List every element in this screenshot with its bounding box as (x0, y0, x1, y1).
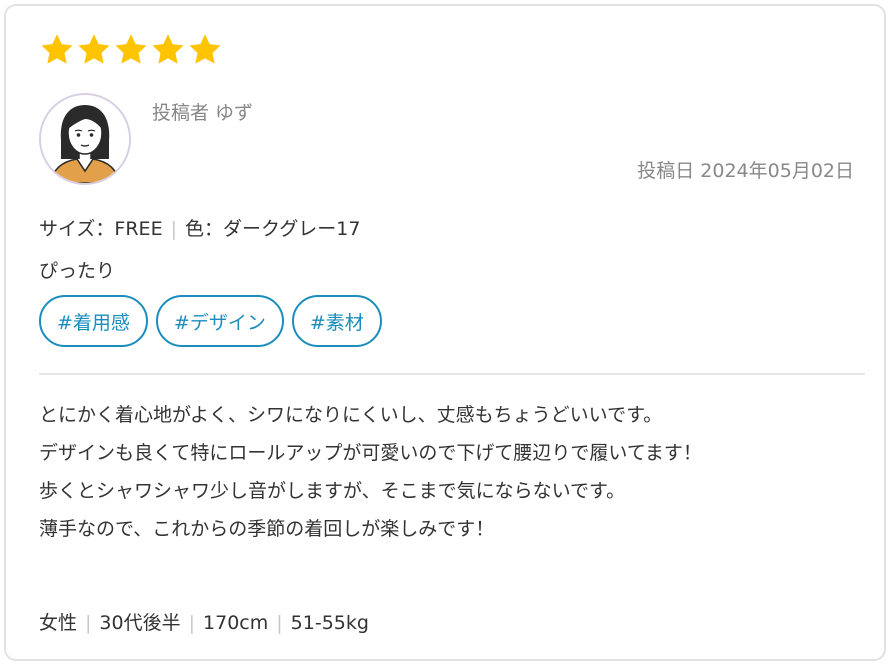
reviewer-age: 30代後半 (99, 612, 181, 634)
star-icon (152, 34, 184, 64)
separator: | (276, 612, 283, 634)
review-body-line: 薄手なので、これからの季節の着回しが楽しみです！ (39, 518, 495, 540)
review-body-line: 歩くとシャワシャワ少し音がしますが、そこまで気にならないです。 (39, 480, 626, 502)
star-icon (41, 34, 73, 64)
poster-name: 投稿者 ゆず (152, 102, 254, 124)
post-date: 投稿日 2024年05月02日 (637, 160, 854, 182)
star-icon (189, 34, 221, 64)
review-body-line: とにかく着心地がよく、シワになりにくいし、丈感もちょうどいいです。 (39, 404, 663, 426)
review-card: 投稿者 ゆず 投稿日 2024年05月02日 サイズ：FREE | 色：ダークグレー… (4, 4, 886, 661)
fit-label: ぴったり (39, 260, 116, 282)
size-color-info: サイズ：FREE | 色：ダークグレー17 (39, 214, 360, 241)
star-icon (78, 34, 110, 64)
woman-avatar-icon (41, 95, 129, 183)
review-body: とにかく着心地がよく、シワになりにくいし、丈感もちょうどいいです。 デザインも良… (39, 396, 849, 548)
tag-list: #着用感 #デザイン #素材 (39, 295, 382, 347)
size-label: サイズ：FREE (39, 218, 163, 240)
reviewer-gender: 女性 (39, 612, 78, 634)
separator: | (85, 612, 92, 634)
tag-chip-fit[interactable]: #着用感 (39, 295, 148, 347)
avatar (39, 93, 131, 185)
review-body-line: デザインも良くて特にロールアップが可愛いので下げて腰辺りで履いてます！ (39, 442, 702, 464)
divider (39, 373, 865, 375)
separator: | (170, 218, 177, 240)
separator: | (188, 612, 196, 634)
color-label: 色：ダークグレー17 (184, 218, 361, 240)
star-icon (115, 34, 147, 64)
reviewer-profile: 女性 | 30代後半 | 170cm | 51-55kg (39, 608, 369, 635)
tag-chip-material[interactable]: #素材 (291, 295, 382, 347)
reviewer-weight: 51-55kg (290, 612, 369, 634)
tag-chip-design[interactable]: #デザイン (155, 295, 284, 347)
reviewer-height: 170cm (203, 612, 269, 634)
star-rating (39, 32, 223, 68)
